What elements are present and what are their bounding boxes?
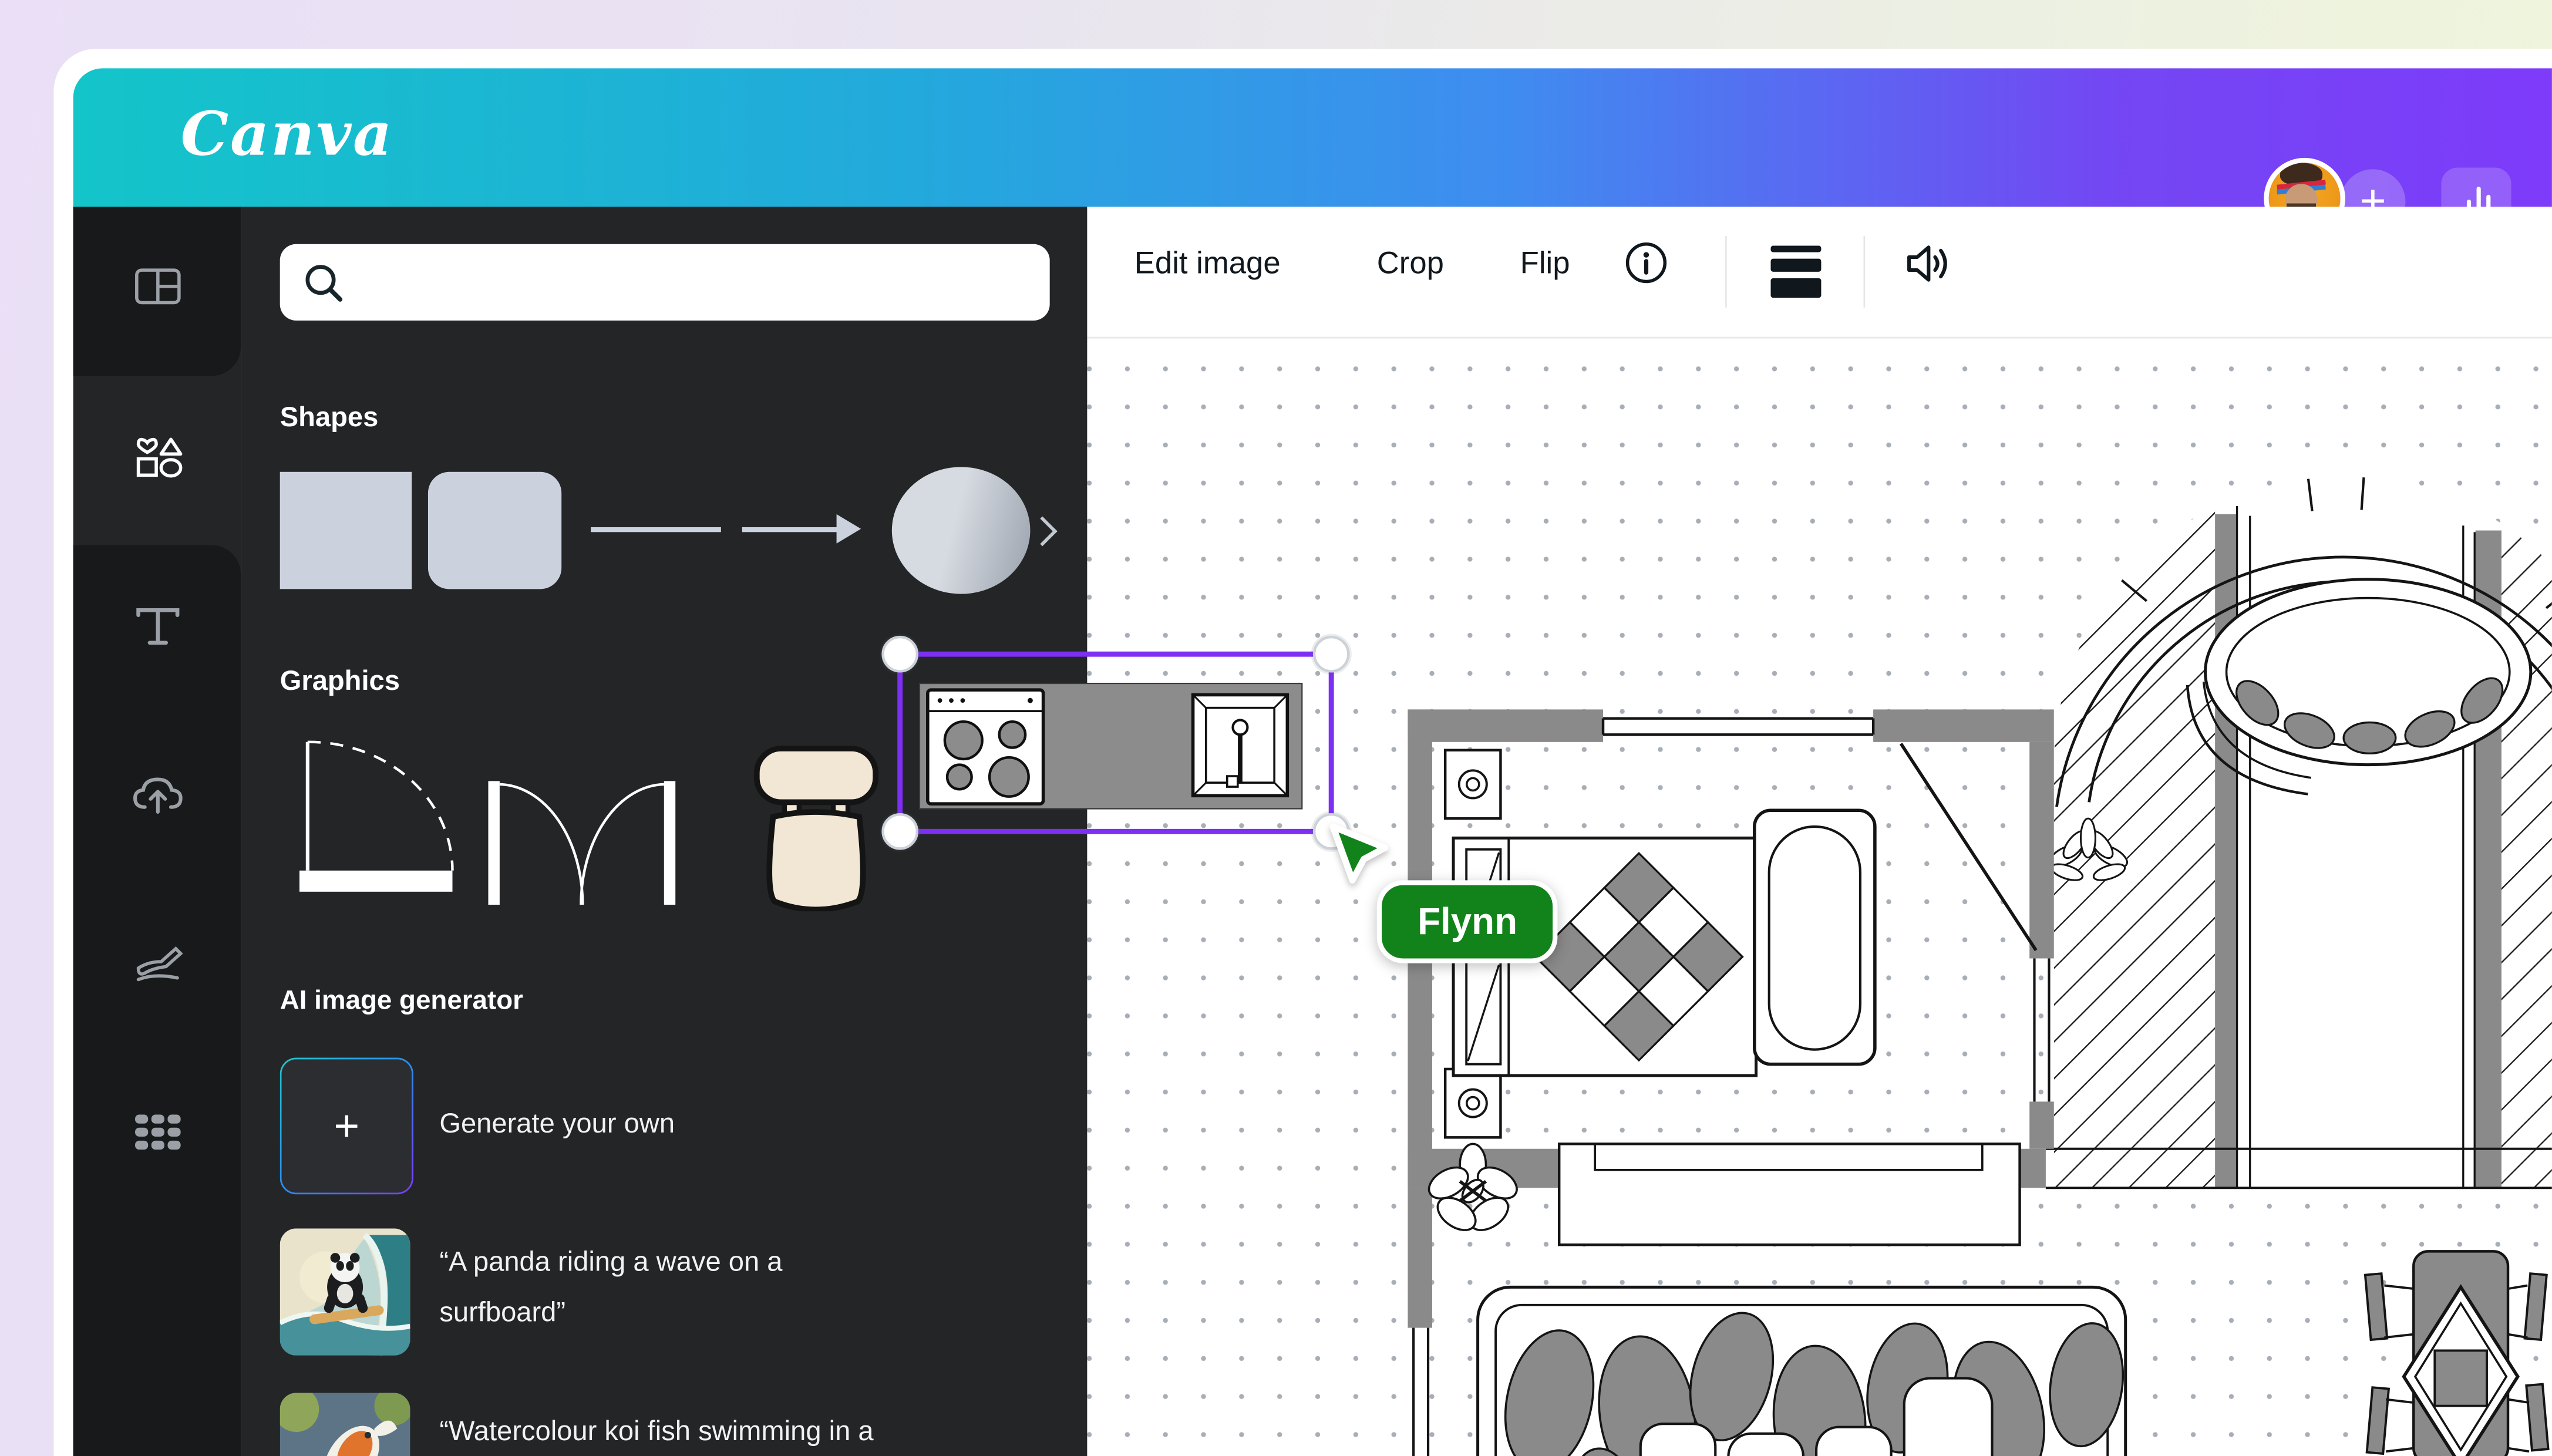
- prompt-thumbnail-panda[interactable]: [280, 1229, 410, 1356]
- resize-handle-bottom-left[interactable]: [880, 811, 920, 852]
- graphics-heading: Graphics: [280, 666, 400, 698]
- info-icon[interactable]: [1624, 241, 1668, 285]
- flip-button[interactable]: Flip: [1520, 247, 1570, 283]
- sink-symbol: [1193, 695, 1288, 796]
- sidebar-item-text[interactable]: [73, 569, 241, 683]
- resize-handle-top-left[interactable]: [880, 634, 920, 675]
- graphic-door-swing[interactable]: [299, 742, 453, 892]
- panda-surfboard-image: [280, 1229, 410, 1356]
- floorplan-round-lounge: [2046, 474, 2552, 1190]
- shape-circle[interactable]: [892, 467, 1031, 594]
- resize-handle-top-right[interactable]: [1311, 634, 1352, 675]
- graphic-chair[interactable]: [757, 749, 876, 909]
- context-toolbar: Edit image Crop Flip: [1087, 207, 2551, 337]
- canva-logo[interactable]: Canva: [181, 97, 394, 169]
- floorplan-living-area: [1423, 1144, 2130, 1456]
- floorplan-dining-table: [2365, 1251, 2548, 1456]
- shape-line[interactable]: [591, 527, 721, 532]
- position-button[interactable]: [1771, 246, 1822, 305]
- stove-symbol: [928, 690, 1043, 804]
- graphic-double-door-swing[interactable]: [488, 781, 675, 905]
- elements-icon: [131, 434, 183, 483]
- toolbar-divider: [1725, 236, 1727, 308]
- crop-button[interactable]: Crop: [1377, 247, 1444, 283]
- prompt-label-koi[interactable]: “Watercolour koi fish swimming in a: [439, 1406, 992, 1456]
- prompt-thumbnail-koi[interactable]: [280, 1393, 410, 1456]
- generate-your-own-tile[interactable]: +: [280, 1058, 413, 1195]
- shapes-heading: Shapes: [280, 402, 379, 434]
- volume-icon[interactable]: [1903, 239, 1958, 288]
- search-input[interactable]: [280, 244, 1050, 321]
- toolbar-divider: [1863, 236, 1865, 308]
- bar-icon: [1771, 259, 1822, 272]
- koi-fish-image: [280, 1393, 410, 1456]
- sidebar-item-design[interactable]: [73, 230, 241, 343]
- shape-rounded-square[interactable]: [428, 472, 561, 589]
- ai-generator-heading: AI image generator: [280, 986, 523, 1017]
- header-bar: Canva +: [73, 68, 2552, 207]
- edit-image-button[interactable]: Edit image: [1134, 247, 1281, 283]
- sidebar-item-draw[interactable]: [73, 906, 241, 1020]
- upload-cloud-icon: [131, 774, 183, 817]
- generate-your-own-label[interactable]: Generate your own: [439, 1098, 675, 1149]
- collaborator-name-badge: Flynn: [1377, 880, 1558, 963]
- draw-pen-icon: [131, 941, 183, 986]
- apps-grid-icon: [131, 1111, 183, 1154]
- design-icon: [133, 265, 181, 308]
- bar-icon: [1771, 278, 1822, 298]
- sidebar-item-elements[interactable]: [73, 402, 241, 516]
- sidebar-item-uploads[interactable]: [73, 739, 241, 852]
- sidebar-item-apps[interactable]: [73, 1076, 241, 1189]
- plus-icon: +: [334, 1101, 359, 1151]
- text-icon: [133, 605, 181, 648]
- prompt-label-panda[interactable]: “A panda riding a wave on a surfboard”: [439, 1236, 830, 1337]
- bar-icon: [1771, 246, 1822, 252]
- search-icon: [303, 262, 345, 304]
- shape-square[interactable]: [280, 472, 412, 589]
- desktop-background: Canva +: [0, 0, 2552, 1456]
